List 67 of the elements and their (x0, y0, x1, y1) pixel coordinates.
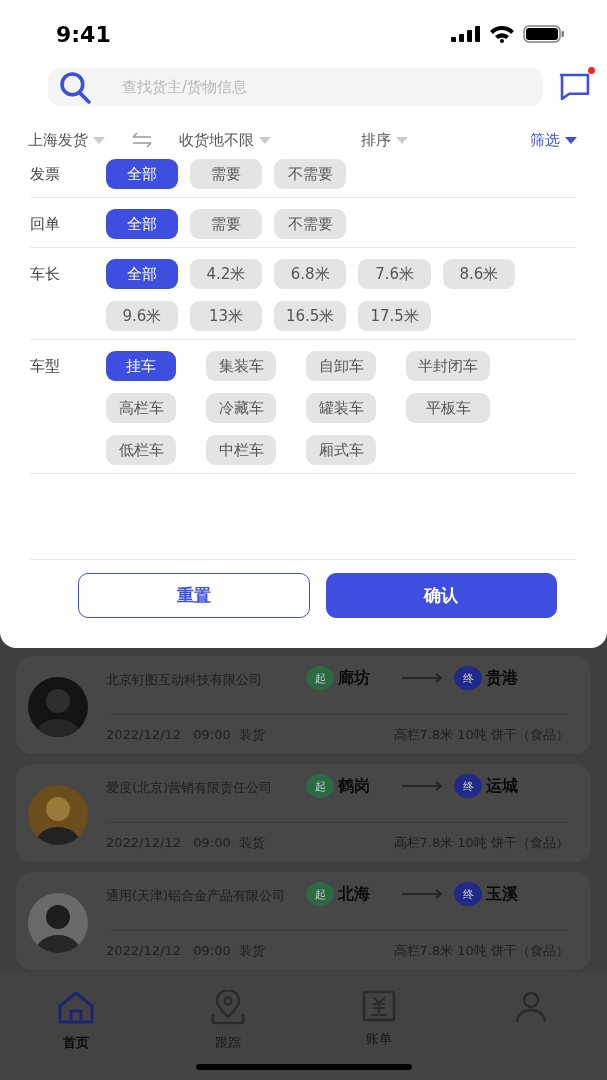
option-chip[interactable]: 需要 (190, 209, 262, 239)
option-chip[interactable]: 7.6米 (358, 259, 431, 289)
destination-city: 运城 (486, 775, 519, 797)
option-chip[interactable]: 9.6米 (106, 301, 178, 331)
home-icon (56, 990, 95, 1026)
caret-icon (93, 136, 105, 144)
option-chip[interactable]: 自卸车 (306, 351, 376, 381)
filter-label: 车型 (30, 356, 61, 377)
filter-label: 车长 (30, 264, 61, 285)
option-chip[interactable]: 16.5米 (274, 301, 347, 331)
reset-button[interactable]: 重置 (78, 573, 310, 618)
swap-icon[interactable] (131, 132, 153, 148)
origin-badge: 起 (306, 882, 334, 906)
wifi-icon (489, 25, 515, 43)
battery-icon (523, 25, 565, 43)
option-chip[interactable]: 全部 (106, 209, 178, 239)
option-chip[interactable]: 17.5米 (358, 301, 431, 331)
location-icon (209, 990, 246, 1026)
origin-city: 廊坊 (338, 667, 371, 689)
destination-city: 贵港 (486, 667, 519, 689)
origin-badge: 起 (306, 666, 334, 690)
filter-label: 发票 (30, 164, 61, 185)
origin-city: 鹤岗 (338, 775, 371, 797)
option-chip[interactable]: 集装车 (206, 351, 276, 381)
filter-label: 回单 (30, 214, 61, 235)
option-chip[interactable]: 高栏车 (106, 393, 176, 423)
option-chip[interactable]: 全部 (106, 159, 178, 189)
arrow-icon (402, 673, 442, 683)
confirm-button[interactable]: 确认 (325, 573, 557, 618)
option-chip[interactable]: 4.2米 (190, 259, 262, 289)
option-chip[interactable]: 全部 (106, 259, 178, 289)
filter-dropdown[interactable]: 收货地不限 (179, 130, 271, 150)
option-chip[interactable]: 中栏车 (206, 435, 276, 465)
filter-dropdown[interactable]: 上海发货 (28, 130, 105, 150)
option-chip[interactable]: 平板车 (406, 393, 490, 423)
destination-badge: 终 (454, 774, 482, 798)
option-chip[interactable]: 6.8米 (274, 259, 347, 289)
search-icon (60, 72, 92, 104)
option-chip[interactable]: 需要 (190, 159, 262, 189)
arrow-icon (402, 889, 442, 899)
option-chip[interactable]: 挂车 (106, 351, 176, 381)
signal-icon (451, 26, 481, 42)
destination-badge: 终 (454, 882, 482, 906)
option-chip[interactable]: 不需要 (274, 209, 346, 239)
option-chip[interactable]: 低栏车 (106, 435, 176, 465)
person-icon (514, 990, 549, 1024)
origin-city: 北海 (338, 883, 371, 905)
filter-dropdown[interactable]: 筛选 (530, 130, 577, 150)
arrow-icon (402, 781, 442, 791)
search-field[interactable]: 查找货主/货物信息 (48, 68, 543, 106)
message-icon[interactable] (559, 73, 591, 101)
destination-badge: 终 (454, 666, 482, 690)
option-chip[interactable]: 13米 (190, 301, 262, 331)
yen-receipt-icon (362, 990, 397, 1022)
option-chip[interactable]: 罐装车 (306, 393, 376, 423)
filter-dropdown[interactable]: 排序 (361, 130, 408, 150)
caret-icon (396, 136, 408, 144)
option-chip[interactable]: 不需要 (274, 159, 346, 189)
option-chip[interactable]: 8.6米 (442, 259, 515, 289)
destination-city: 玉溪 (486, 883, 519, 905)
caret-icon (565, 136, 577, 144)
option-chip[interactable]: 冷藏车 (206, 393, 276, 423)
status-time: 9:41 (56, 21, 111, 47)
origin-badge: 起 (306, 774, 334, 798)
option-chip[interactable]: 厢式车 (306, 435, 376, 465)
option-chip[interactable]: 半封闭车 (406, 351, 490, 381)
caret-icon (259, 136, 271, 144)
